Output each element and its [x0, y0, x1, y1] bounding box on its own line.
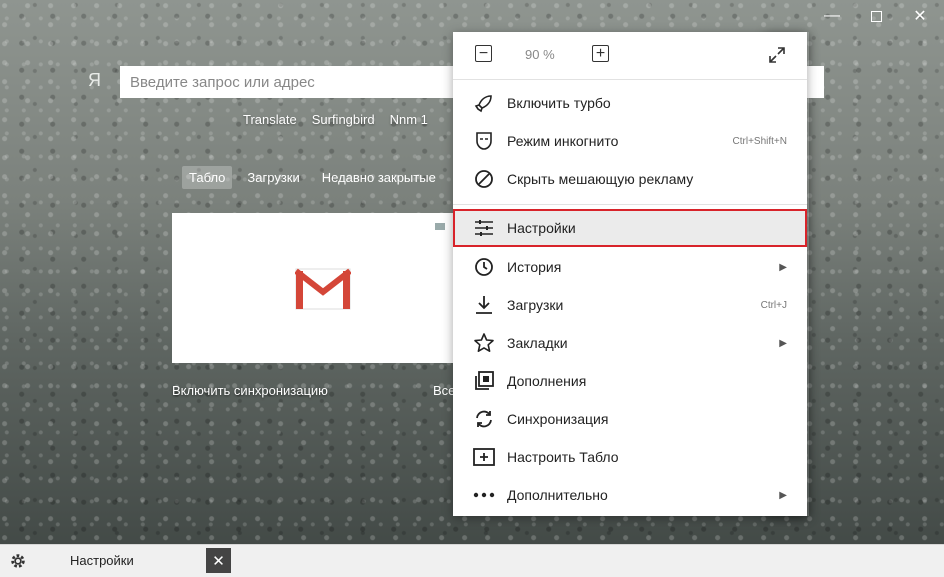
menu-item-label: Скрыть мешающую рекламу — [507, 171, 694, 187]
shortcut-hint: Ctrl+J — [760, 299, 787, 311]
zoom-level: 90 % — [525, 47, 555, 62]
menu-item-label: Настроить Табло — [507, 449, 619, 465]
menu-item-bookmarks[interactable]: Закладки ▶ — [453, 324, 807, 362]
sync-icon — [473, 408, 495, 430]
shortcut-links: Translate Surfingbird Nnm 1 — [243, 112, 428, 127]
menu-divider — [453, 204, 807, 205]
download-icon — [473, 294, 495, 316]
shortcut-link[interactable]: Nnm 1 — [390, 112, 428, 127]
menu-item-history[interactable]: История ▶ — [453, 248, 807, 286]
tablo-tabs: Табло Загрузки Недавно закрытые — [182, 166, 443, 189]
menu-item-customize-tablo[interactable]: Настроить Табло — [453, 438, 807, 476]
menu-item-label: Дополнения — [507, 373, 587, 389]
more-icon — [473, 484, 495, 506]
bottom-bar: Настройки ✕ — [0, 544, 944, 577]
plus-icon: + — [595, 44, 606, 62]
rocket-icon — [473, 92, 495, 114]
menu-item-more[interactable]: Дополнительно ▶ — [453, 476, 807, 514]
maximize-button[interactable] — [853, 0, 899, 32]
browser-menu: − 90 % + Включить турбо Режим инкогнито … — [453, 32, 807, 516]
add-tile-icon — [473, 446, 495, 468]
submenu-arrow-icon: ▶ — [779, 489, 787, 501]
close-icon: ✕ — [913, 8, 927, 25]
tab-recently-closed[interactable]: Недавно закрытые — [315, 166, 443, 189]
enable-sync-link[interactable]: Включить синхронизацию — [172, 383, 328, 398]
menu-item-settings[interactable]: Настройки — [453, 209, 807, 247]
bottom-bar-label: Настройки — [70, 553, 134, 568]
minimize-button[interactable]: — — [809, 0, 855, 32]
menu-item-turbo[interactable]: Включить турбо — [453, 84, 807, 122]
menu-item-hide-ads[interactable]: Скрыть мешающую рекламу — [453, 160, 807, 198]
close-panel-button[interactable]: ✕ — [206, 548, 231, 573]
shortcut-link[interactable]: Translate — [243, 112, 297, 127]
gmail-tile[interactable] — [172, 213, 462, 363]
menu-item-label: Синхронизация — [507, 411, 609, 427]
zoom-out-button[interactable]: − — [475, 45, 492, 62]
extensions-icon — [473, 370, 495, 392]
menu-item-label: Режим инкогнито — [507, 133, 619, 149]
menu-item-downloads[interactable]: Загрузки Ctrl+J — [453, 286, 807, 324]
incognito-icon — [473, 130, 495, 152]
zoom-in-button[interactable]: + — [592, 45, 609, 62]
minimize-icon: — — [824, 7, 840, 24]
menu-item-label: История — [507, 259, 562, 275]
close-icon: ✕ — [212, 552, 225, 570]
settings-sliders-icon — [473, 217, 495, 239]
star-icon — [473, 332, 495, 354]
tab-downloads[interactable]: Загрузки — [240, 166, 306, 189]
close-window-button[interactable]: ✕ — [897, 0, 943, 32]
minus-icon: − — [478, 44, 489, 62]
mail-icon — [435, 223, 445, 230]
block-icon — [473, 168, 495, 190]
gear-icon[interactable] — [9, 552, 27, 570]
shortcut-link[interactable]: Surfingbird — [312, 112, 375, 127]
maximize-icon — [870, 10, 882, 22]
tab-tablo[interactable]: Табло — [182, 166, 233, 189]
zoom-row: − 90 % + — [453, 32, 807, 77]
menu-item-label: Настройки — [507, 220, 576, 236]
menu-divider — [453, 79, 807, 80]
submenu-arrow-icon: ▶ — [779, 337, 787, 349]
shortcut-hint: Ctrl+Shift+N — [732, 135, 787, 147]
menu-item-label: Дополнительно — [507, 487, 608, 503]
clock-icon — [473, 256, 495, 278]
menu-item-sync[interactable]: Синхронизация — [453, 400, 807, 438]
menu-item-label: Закладки — [507, 335, 568, 351]
submenu-arrow-icon: ▶ — [779, 261, 787, 273]
menu-item-extensions[interactable]: Дополнения — [453, 362, 807, 400]
fullscreen-icon[interactable] — [769, 47, 785, 63]
gmail-icon — [295, 268, 351, 310]
menu-item-incognito[interactable]: Режим инкогнито Ctrl+Shift+N — [453, 122, 807, 160]
yandex-logo: Я — [88, 70, 101, 90]
menu-item-label: Включить турбо — [507, 95, 611, 111]
menu-item-label: Загрузки — [507, 297, 564, 313]
